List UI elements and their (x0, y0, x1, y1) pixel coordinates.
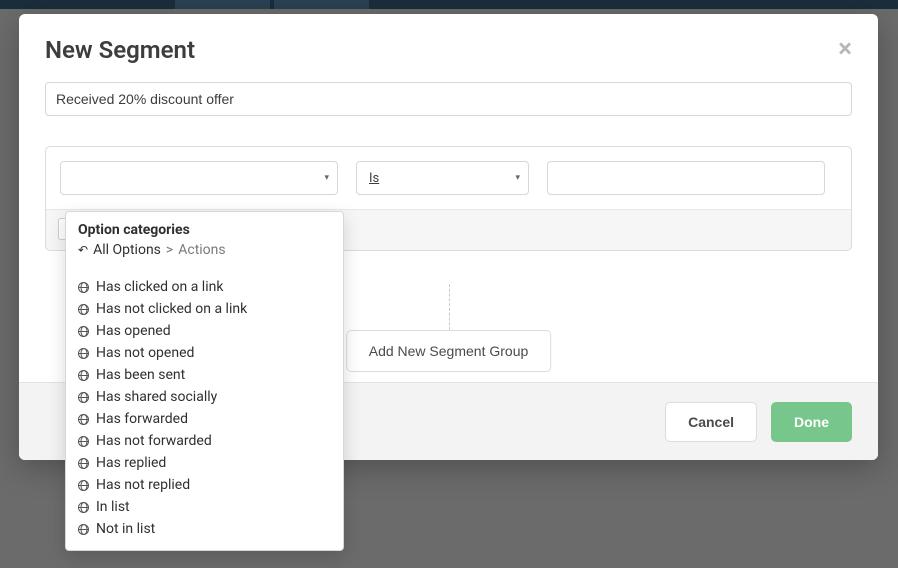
add-segment-group-button[interactable]: Add New Segment Group (346, 330, 552, 372)
dropdown-option[interactable]: Has forwarded (66, 408, 343, 430)
topbar-tab (274, 0, 369, 9)
globe-icon (78, 458, 89, 469)
dropdown-option[interactable]: Has replied (66, 452, 343, 474)
back-arrow-icon: ↶ (78, 243, 88, 257)
dropdown-option-label: Has not replied (96, 477, 190, 493)
condition-field-select[interactable]: ▾ (60, 161, 338, 195)
dropdown-option[interactable]: Has been sent (66, 364, 343, 386)
condition-dropdown: Option categories ↶ All Options > Action… (65, 211, 344, 551)
dropdown-option-label: Has not opened (96, 345, 194, 361)
close-icon[interactable]: × (838, 36, 852, 62)
dropdown-option-label: Has been sent (96, 367, 185, 383)
dropdown-header: Option categories ↶ All Options > Action… (66, 212, 343, 270)
dropdown-option[interactable]: Not in list (66, 518, 343, 540)
globe-icon (78, 348, 89, 359)
modal-title: New Segment (45, 36, 195, 64)
dropdown-option-label: Has shared socially (96, 389, 217, 405)
dropdown-option[interactable]: Has not opened (66, 342, 343, 364)
dropdown-option[interactable]: In list (66, 496, 343, 518)
globe-icon (78, 502, 89, 513)
chevron-down-icon: ▾ (515, 173, 520, 183)
dropdown-option-label: Has replied (96, 455, 166, 471)
globe-icon (78, 282, 89, 293)
dropdown-options-list: Has clicked on a link Has not clicked on … (66, 270, 343, 550)
dropdown-option[interactable]: Has not replied (66, 474, 343, 496)
dropdown-option[interactable]: Has not forwarded (66, 430, 343, 452)
dropdown-option[interactable]: Has opened (66, 320, 343, 342)
dropdown-option-label: Not in list (96, 521, 155, 537)
breadcrumb-separator: > (166, 242, 173, 258)
operator-select[interactable]: Is ▾ (356, 161, 529, 195)
globe-icon (78, 524, 89, 535)
globe-icon (78, 414, 89, 425)
app-topbar (0, 0, 898, 9)
dropdown-option-label: Has not clicked on a link (96, 301, 247, 317)
topbar-tab (175, 0, 270, 9)
dropdown-breadcrumb[interactable]: ↶ All Options > Actions (78, 242, 331, 266)
globe-icon (78, 326, 89, 337)
group-connector-line (449, 284, 450, 330)
segment-name-input[interactable] (45, 82, 852, 116)
breadcrumb-root: All Options (93, 242, 161, 258)
cancel-button[interactable]: Cancel (665, 402, 757, 442)
dropdown-option[interactable]: Has not clicked on a link (66, 298, 343, 320)
modal-header: New Segment × (19, 14, 878, 82)
dropdown-option[interactable]: Has clicked on a link (66, 276, 343, 298)
condition-value-input[interactable] (547, 161, 825, 195)
globe-icon (78, 370, 89, 381)
dropdown-option-label: Has clicked on a link (96, 279, 223, 295)
globe-icon (78, 436, 89, 447)
dropdown-option-label: Has opened (96, 323, 171, 339)
done-button[interactable]: Done (771, 402, 852, 442)
chevron-down-icon: ▾ (324, 173, 329, 183)
globe-icon (78, 392, 89, 403)
dropdown-option-label: Has forwarded (96, 411, 188, 427)
globe-icon (78, 304, 89, 315)
dropdown-option-label: In list (96, 499, 130, 515)
dropdown-title: Option categories (78, 222, 331, 238)
operator-label: Is (369, 171, 379, 186)
globe-icon (78, 480, 89, 491)
breadcrumb-current: Actions (178, 242, 225, 258)
dropdown-option-label: Has not forwarded (96, 433, 212, 449)
dropdown-option[interactable]: Has shared socially (66, 386, 343, 408)
segment-rule-row: ▾ Is ▾ (46, 147, 851, 210)
